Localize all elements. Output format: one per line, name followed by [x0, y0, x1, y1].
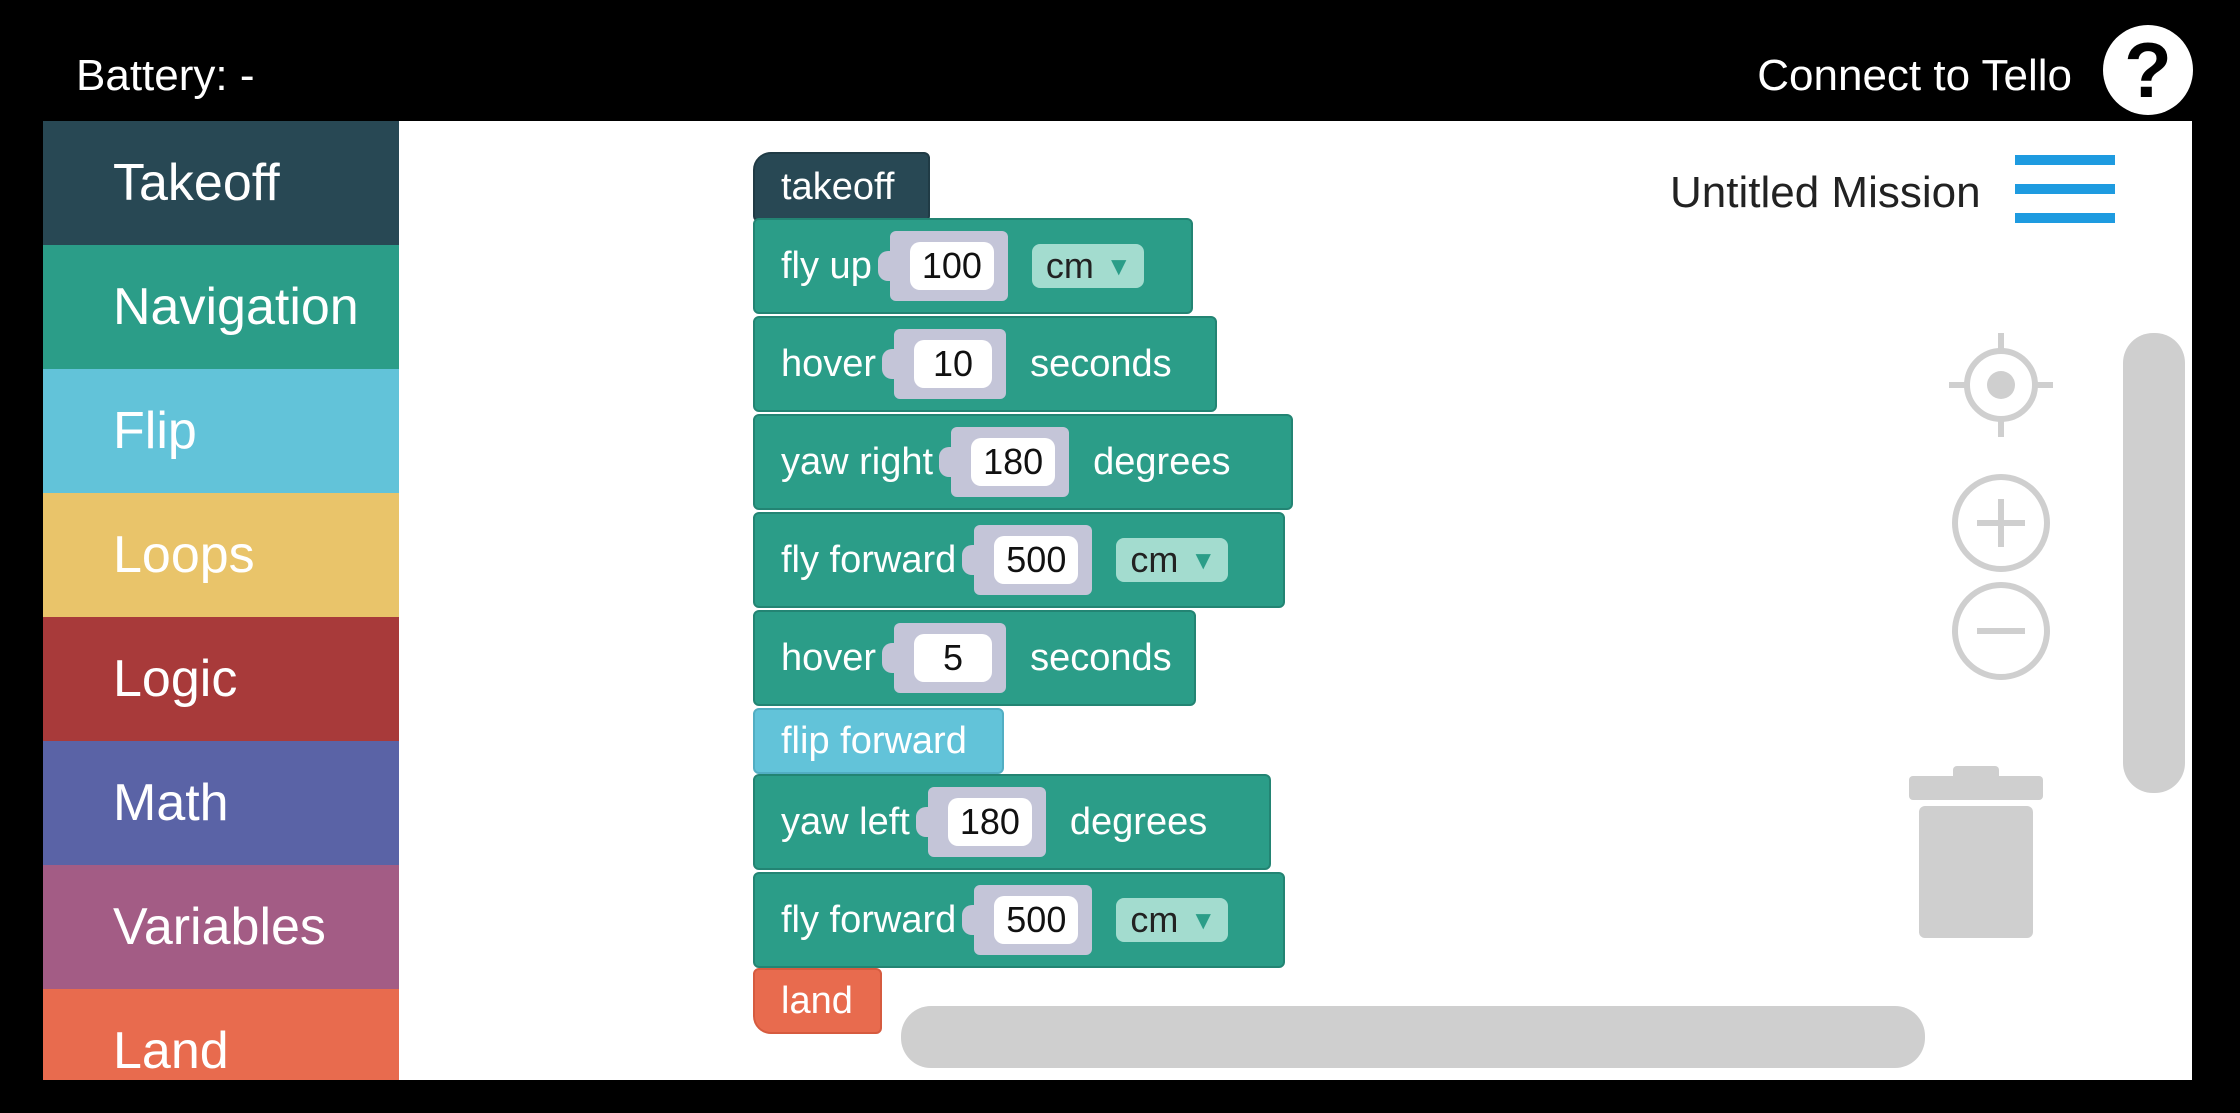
- zoom-in-icon[interactable]: [1951, 473, 2051, 573]
- yaw-right-block[interactable]: yaw right 180 degrees: [753, 414, 1293, 510]
- help-icon[interactable]: ?: [2103, 25, 2193, 115]
- category-navigation[interactable]: Navigation: [43, 245, 399, 369]
- category-land[interactable]: Land: [43, 989, 399, 1080]
- top-bar: Battery: - Connect to Tello ?: [0, 0, 2240, 121]
- horizontal-scrollbar[interactable]: [901, 1006, 1925, 1068]
- unit-dropdown[interactable]: cm ▼: [1116, 898, 1229, 942]
- value-input[interactable]: 5: [914, 634, 993, 682]
- yaw-left-block[interactable]: yaw left 180 degrees: [753, 774, 1271, 870]
- blocks-workspace[interactable]: Untitled Mission takeoff fly up 100 cm ▼ …: [399, 121, 2192, 1080]
- fly-up-block[interactable]: fly up 100 cm ▼: [753, 218, 1193, 314]
- unit-dropdown[interactable]: cm ▼: [1116, 538, 1229, 582]
- value-socket: 10: [882, 329, 1007, 399]
- takeoff-block[interactable]: takeoff: [753, 152, 930, 222]
- category-variables[interactable]: Variables: [43, 865, 399, 989]
- value-input[interactable]: 180: [947, 798, 1032, 846]
- category-takeoff[interactable]: Takeoff: [43, 121, 399, 245]
- block-label: yaw left: [781, 800, 910, 843]
- block-label: fly forward: [781, 898, 957, 941]
- value-input[interactable]: 500: [994, 896, 1079, 944]
- unit-label: degrees: [1069, 800, 1208, 843]
- value-socket: 500: [962, 885, 1093, 955]
- dropdown-arrow-icon: ▼: [1190, 904, 1217, 935]
- unit-dropdown[interactable]: cm ▼: [1031, 244, 1144, 288]
- block-label: land: [781, 979, 853, 1022]
- battery-status: Battery: -: [76, 51, 255, 100]
- value-socket: 100: [877, 231, 1008, 301]
- block-label: flip forward: [781, 719, 967, 762]
- category-flip[interactable]: Flip: [43, 369, 399, 493]
- category-logic[interactable]: Logic: [43, 617, 399, 741]
- mission-title[interactable]: Untitled Mission: [1670, 165, 1981, 221]
- unit-label: cm: [1130, 899, 1179, 940]
- fly-forward-block[interactable]: fly forward 500 cm ▼: [753, 872, 1285, 968]
- block-label: fly forward: [781, 538, 957, 581]
- menu-icon[interactable]: [2015, 155, 2115, 223]
- category-math[interactable]: Math: [43, 741, 399, 865]
- zoom-out-icon[interactable]: [1951, 581, 2051, 681]
- unit-label: degrees: [1093, 440, 1231, 483]
- value-input[interactable]: 500: [994, 536, 1079, 584]
- hover-block[interactable]: hover 10 seconds: [753, 316, 1217, 412]
- block-label: yaw right: [781, 440, 934, 483]
- block-label: fly up: [781, 244, 872, 287]
- vertical-scrollbar[interactable]: [2123, 333, 2185, 793]
- category-loops[interactable]: Loops: [43, 493, 399, 617]
- value-input[interactable]: 10: [914, 340, 993, 388]
- recenter-icon[interactable]: [1949, 333, 2053, 437]
- unit-label: seconds: [1030, 636, 1172, 679]
- unit-label: cm: [1130, 539, 1179, 580]
- dropdown-arrow-icon: ▼: [1105, 250, 1132, 281]
- value-socket: 500: [962, 525, 1093, 595]
- value-socket: 180: [915, 787, 1046, 857]
- dropdown-arrow-icon: ▼: [1190, 544, 1217, 575]
- hover-block[interactable]: hover 5 seconds: [753, 610, 1196, 706]
- value-socket: 5: [882, 623, 1007, 693]
- unit-label: cm: [1045, 245, 1094, 286]
- value-input[interactable]: 180: [971, 438, 1056, 486]
- block-label: hover: [781, 636, 877, 679]
- trash-icon[interactable]: [1909, 766, 2045, 942]
- block-label: takeoff: [781, 165, 895, 208]
- block-label: hover: [781, 342, 877, 385]
- unit-label: seconds: [1030, 342, 1172, 385]
- land-block[interactable]: land: [753, 968, 882, 1034]
- category-sidebar: Takeoff Navigation Flip Loops Logic Math…: [43, 121, 399, 1080]
- fly-forward-block[interactable]: fly forward 500 cm ▼: [753, 512, 1285, 608]
- connect-to-tello-button[interactable]: Connect to Tello: [1757, 48, 2072, 104]
- flip-forward-block[interactable]: flip forward: [753, 708, 1004, 774]
- value-socket: 180: [939, 427, 1070, 497]
- value-input[interactable]: 100: [909, 242, 994, 290]
